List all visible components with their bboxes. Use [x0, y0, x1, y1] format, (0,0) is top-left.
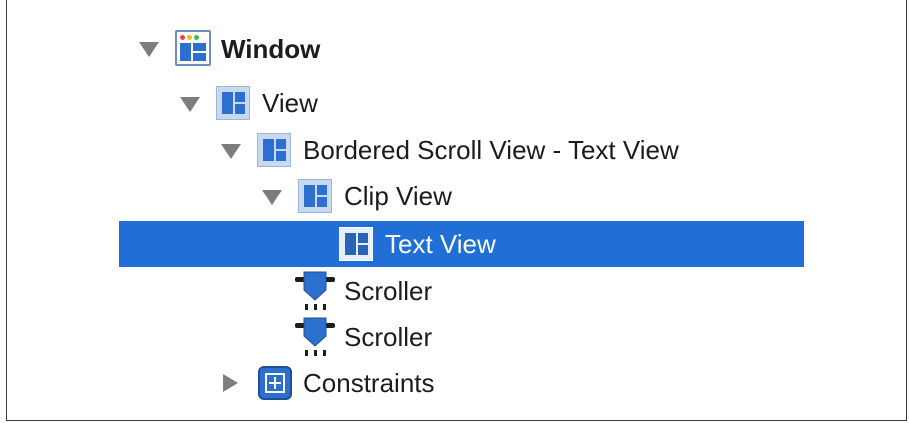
- constraints-icon: [258, 366, 292, 400]
- scroller-icon: [295, 317, 335, 356]
- view-icon: [339, 227, 373, 261]
- disclosure-triangle-collapsed[interactable]: [223, 374, 238, 392]
- tree-row-bordered-scroll-view[interactable]: Bordered Scroll View - Text View: [7, 129, 906, 175]
- disclosure-triangle-expanded[interactable]: [139, 42, 159, 57]
- view-icon: [257, 133, 291, 167]
- tree-row-window[interactable]: Window: [7, 26, 906, 72]
- tree-item-label: Window: [221, 34, 321, 64]
- tree-row-clip-view[interactable]: Clip View: [7, 175, 906, 221]
- tree-item-label: Bordered Scroll View - Text View: [303, 135, 679, 165]
- tree-item-label: Scroller: [344, 322, 433, 352]
- disclosure-triangle-expanded[interactable]: [180, 97, 200, 112]
- tree-row-view[interactable]: View: [7, 82, 906, 128]
- tree-item-label: Clip View: [344, 181, 452, 211]
- disclosure-triangle-expanded[interactable]: [221, 144, 241, 159]
- tree-item-label: Constraints: [303, 368, 435, 398]
- tree-item-label: View: [262, 88, 318, 118]
- scroller-icon: [295, 271, 335, 310]
- window-icon: [175, 30, 211, 66]
- tree-item-label: Scroller: [344, 276, 433, 306]
- tree-row-scroller[interactable]: Scroller: [7, 314, 906, 360]
- disclosure-triangle-expanded[interactable]: [262, 190, 282, 205]
- view-icon: [298, 179, 332, 213]
- tree-item-label: Text View: [385, 229, 496, 259]
- tree-row-scroller[interactable]: Scroller: [7, 268, 906, 314]
- tree-row-text-view[interactable]: Text View: [119, 221, 804, 267]
- tree-row-constraints[interactable]: Constraints: [7, 360, 906, 406]
- outline-panel: Window View Bordered Scroll View - Text …: [6, 0, 907, 421]
- view-icon: [216, 86, 250, 120]
